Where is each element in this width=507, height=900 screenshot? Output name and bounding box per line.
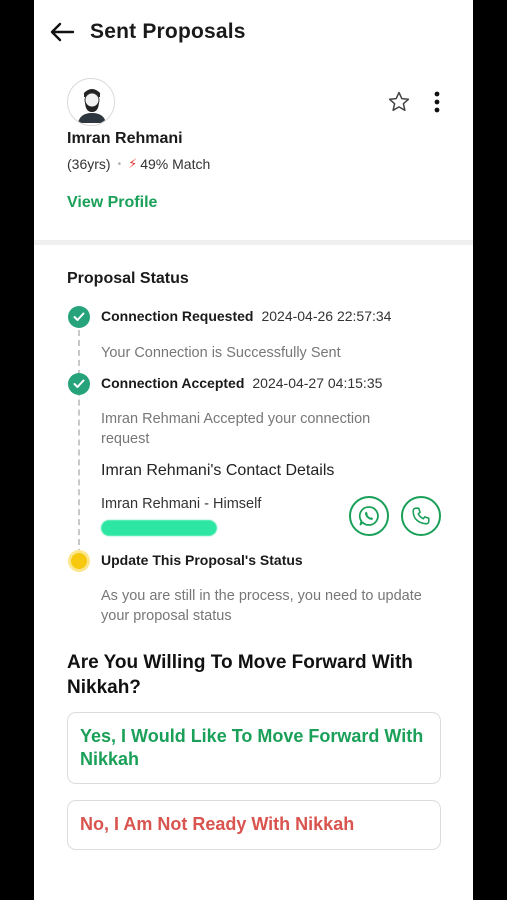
star-icon[interactable]	[387, 90, 411, 114]
pending-status-icon	[68, 550, 90, 572]
profile-name: Imran Rehmani	[67, 130, 183, 147]
step-description: Your Connection is Successfully Sent	[101, 345, 341, 361]
proposal-status-heading: Proposal Status	[67, 270, 189, 287]
step-label: Connection Requested	[101, 308, 254, 324]
step-timestamp: 2024-04-26 22:57:34	[261, 308, 392, 324]
step-timestamp: 2024-04-27 04:15:35	[252, 375, 383, 391]
contact-details-heading: Imran Rehmani's Contact Details	[101, 462, 335, 479]
page-title: Sent Proposals	[90, 20, 246, 43]
redacted-phone-number	[101, 520, 217, 536]
step-label: Connection Accepted	[101, 375, 245, 391]
section-divider	[34, 240, 473, 245]
step-connection-requested: Connection Requested 2024-04-26 22:57:34	[101, 308, 391, 324]
match-percentage: 49% Match	[140, 156, 211, 172]
whatsapp-icon[interactable]	[349, 496, 389, 536]
profile-meta: (36yrs) • ⚡ 49% Match	[67, 156, 210, 172]
check-icon	[68, 373, 90, 395]
avatar	[67, 78, 115, 126]
timeline-line	[78, 330, 80, 555]
step-connection-accepted: Connection Accepted 2024-04-27 04:15:35	[101, 375, 382, 391]
contact-person: Imran Rehmani - Himself	[101, 496, 262, 512]
more-vertical-icon[interactable]	[429, 90, 445, 114]
view-profile-link[interactable]: View Profile	[67, 194, 157, 212]
app-screen: Sent Proposals Imran Rehmani (36yrs) • ⚡…	[34, 0, 473, 900]
phone-icon[interactable]	[401, 496, 441, 536]
profile-age: (36yrs)	[67, 156, 111, 172]
profile-card: Imran Rehmani (36yrs) • ⚡ 49% Match View…	[34, 64, 473, 240]
header: Sent Proposals	[34, 0, 473, 64]
step-description: Imran Rehmani Accepted your connection r…	[101, 411, 371, 447]
step-description: As you are still in the process, you nee…	[101, 588, 422, 624]
yes-move-forward-button[interactable]: Yes, I Would Like To Move Forward With N…	[67, 712, 441, 784]
nikkah-question: Are You Willing To Move Forward With Nik…	[67, 652, 413, 698]
meta-separator: •	[117, 158, 122, 170]
back-arrow-icon[interactable]	[48, 18, 76, 46]
check-icon	[68, 306, 90, 328]
not-ready-button[interactable]: No, I Am Not Ready With Nikkah	[67, 800, 441, 850]
match-bolt-icon: ⚡	[128, 156, 138, 171]
step-label: Update This Proposal's Status	[101, 552, 303, 568]
step-update-status: Update This Proposal's Status	[101, 552, 303, 568]
